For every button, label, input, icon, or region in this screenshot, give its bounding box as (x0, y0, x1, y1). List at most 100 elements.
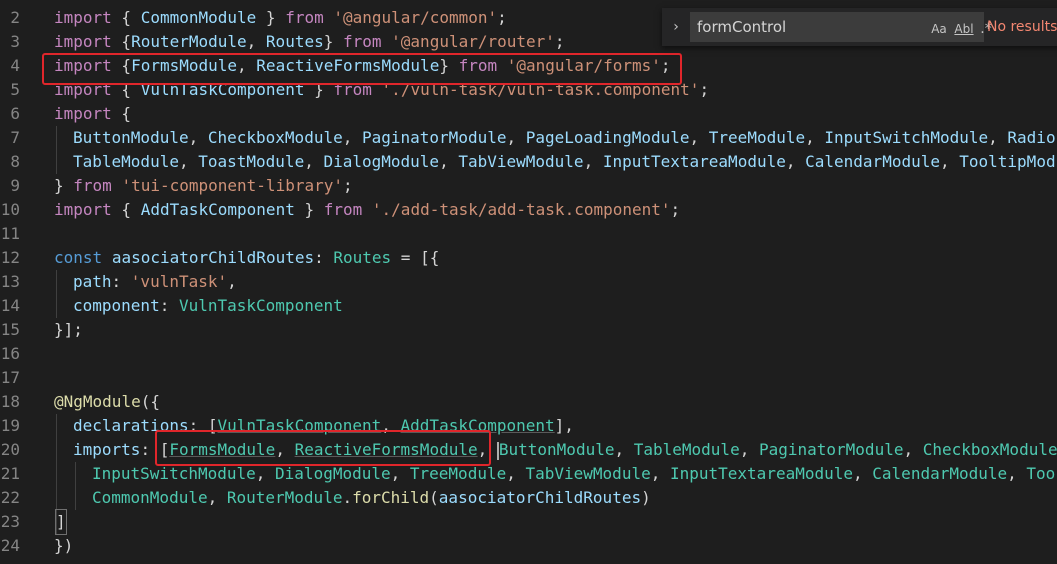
line-number: 19 (0, 416, 20, 435)
token: import (54, 56, 112, 75)
token: @ (54, 392, 64, 411)
token: { (111, 56, 132, 75)
line-code: } from 'tui-component-library'; (54, 174, 353, 198)
token: ; (660, 56, 671, 75)
line-number: 10 (0, 200, 20, 219)
code-line[interactable]: 6 import { (0, 102, 1057, 126)
token: , (614, 440, 634, 459)
token: , (477, 440, 497, 459)
find-widget[interactable]: › formControl Aa Abl .* No results (662, 8, 1057, 46)
token: , (390, 464, 410, 483)
token: , (689, 128, 709, 147)
code-line[interactable]: 10 import { AddTaskComponent } from './a… (0, 198, 1057, 222)
token: './vuln-task/vuln-task.component' (381, 80, 700, 99)
token: import (54, 32, 112, 51)
token: './add-task/add-task.component' (371, 200, 671, 219)
token: } (439, 56, 459, 75)
token: import (54, 104, 112, 123)
whole-word-toggle[interactable]: Abl (953, 20, 975, 38)
token: PaginatorModule (361, 128, 507, 147)
token: ; (670, 200, 681, 219)
token: declarations (73, 416, 189, 435)
code-line[interactable]: 4 import {FormsModule, ReactiveFormsModu… (0, 54, 1057, 78)
token: ; (699, 80, 710, 99)
token: 'vulnTask' (130, 272, 228, 291)
code-line[interactable]: 8 TableModule, ToastModule, DialogModule… (0, 150, 1057, 174)
token: , (237, 56, 257, 75)
line-code: InputSwitchModule, DialogModule, TreeMod… (92, 462, 1055, 486)
token: TreeModule (708, 128, 806, 147)
token: InputSwitchModule (824, 128, 989, 147)
code-line[interactable]: 24 }) (0, 534, 1057, 558)
line-number: 7 (10, 128, 20, 147)
line-code: @NgModule({ (54, 390, 160, 414)
code-line[interactable]: 9 } from 'tui-component-library'; (0, 174, 1057, 198)
token: } (323, 32, 343, 51)
token: DialogModule (323, 152, 440, 171)
token: : [ (188, 416, 218, 435)
token: } (256, 8, 286, 27)
token: aasociatorChildRoutes (438, 488, 642, 507)
token: . (342, 488, 353, 507)
token: : (140, 440, 160, 459)
code-line[interactable]: 22 CommonModule, RouterModule.forChild(a… (0, 486, 1057, 510)
token: VulnTaskComponent (140, 80, 305, 99)
line-code: declarations: [VulnTaskComponent, AddTas… (73, 414, 574, 438)
code-line[interactable]: 21 InputSwitchModule, DialogModule, Tree… (0, 462, 1057, 486)
indent-guide (56, 126, 57, 150)
line-number: 20 (0, 440, 20, 459)
token: [ (159, 440, 170, 459)
token: } (304, 80, 334, 99)
token: imports (73, 440, 141, 459)
line-code: }]; (54, 318, 83, 342)
indent-guide (56, 414, 57, 438)
line-code: CommonModule, RouterModule.forChild(aaso… (92, 486, 651, 510)
chevron-right-icon[interactable]: › (668, 18, 684, 36)
code-line[interactable]: 18 @NgModule({ (0, 390, 1057, 414)
find-query[interactable]: formControl (697, 18, 786, 36)
token: , (304, 152, 324, 171)
line-number: 13 (0, 272, 20, 291)
code-line[interactable]: 16 (0, 342, 1057, 366)
line-number: 3 (10, 32, 20, 51)
match-case-toggle[interactable]: Aa (929, 20, 949, 38)
token: VulnTaskComponent (178, 296, 343, 315)
code-line[interactable]: 15 }]; (0, 318, 1057, 342)
find-input[interactable]: formControl Aa Abl .* (690, 12, 992, 42)
token: from (333, 80, 372, 99)
token: const (54, 248, 103, 267)
code-line[interactable]: 19 declarations: [VulnTaskComponent, Add… (0, 414, 1057, 438)
indent-guide (75, 486, 76, 510)
token: InputSwitchModule (92, 464, 256, 483)
code-line[interactable]: 5 import { VulnTaskComponent } from './v… (0, 78, 1057, 102)
token: , (739, 440, 759, 459)
line-code: import { (54, 102, 131, 126)
token: , (246, 32, 266, 51)
token: ; (554, 32, 565, 51)
code-line[interactable]: 13 path: 'vulnTask', (0, 270, 1057, 294)
token: } (294, 200, 324, 219)
code-line[interactable]: 17 (0, 366, 1057, 390)
line-number: 4 (10, 56, 20, 75)
code-editor[interactable]: 2 import { CommonModule } from '@angular… (0, 0, 1057, 564)
code-line[interactable]: 14 component: VulnTaskComponent (0, 294, 1057, 318)
token: , (255, 464, 276, 483)
token: , (1007, 464, 1027, 483)
code-line[interactable]: 12 const aasociatorChildRoutes: Routes =… (0, 246, 1057, 270)
token: ({ (140, 392, 160, 411)
code-line[interactable]: 11 (0, 222, 1057, 246)
code-line[interactable]: 23 ] (0, 509, 1057, 535)
code-line[interactable]: 7 ButtonModule, CheckboxModule, Paginato… (0, 126, 1057, 150)
token: VulnTaskComponent (217, 416, 382, 435)
token: , (988, 128, 1008, 147)
indent-guide (56, 150, 57, 174)
token: TreeModule (409, 464, 507, 483)
line-number: 9 (10, 176, 20, 195)
code-area[interactable]: 2 import { CommonModule } from '@angular… (0, 6, 1057, 558)
indent-guide (56, 486, 57, 510)
code-line[interactable]: 20 imports: [FormsModule, ReactiveFormsM… (0, 438, 1057, 462)
